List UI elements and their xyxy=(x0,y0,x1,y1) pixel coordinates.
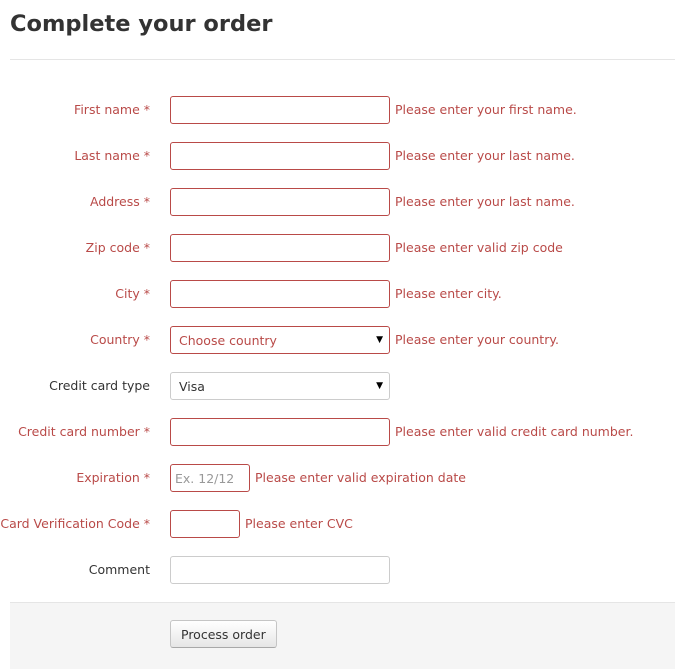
address-row: Address * Please enter your last name. xyxy=(0,188,675,216)
city-row: City * Please enter city. xyxy=(0,280,675,308)
last-name-error: Please enter your last name. xyxy=(395,148,575,163)
expiration-input[interactable] xyxy=(170,464,250,492)
card-number-row: Credit card number * Please enter valid … xyxy=(0,418,675,446)
card-type-row: Credit card type Visa ▼ xyxy=(0,372,675,400)
last-name-row: Last name * Please enter your last name. xyxy=(0,142,675,170)
country-select-value: Choose country xyxy=(179,332,277,348)
city-label: City * xyxy=(115,286,150,301)
process-order-button[interactable]: Process order xyxy=(170,620,277,648)
page-title: Complete your order xyxy=(10,11,273,37)
first-name-input[interactable] xyxy=(170,96,390,124)
caret-down-icon: ▼ xyxy=(376,335,383,345)
card-type-select[interactable]: Visa ▼ xyxy=(170,372,390,400)
first-name-label: First name * xyxy=(74,102,150,117)
card-type-select-value: Visa xyxy=(179,378,205,394)
cvc-input[interactable] xyxy=(170,510,240,538)
city-input[interactable] xyxy=(170,280,390,308)
cvc-label: Card Verification Code * xyxy=(0,516,150,531)
expiration-error: Please enter valid expiration date xyxy=(255,470,466,485)
cvc-row: Card Verification Code * Please enter CV… xyxy=(0,510,675,538)
last-name-label: Last name * xyxy=(74,148,150,163)
card-number-error: Please enter valid credit card number. xyxy=(395,424,634,439)
zip-code-label: Zip code * xyxy=(85,240,150,255)
card-number-input[interactable] xyxy=(170,418,390,446)
zip-code-row: Zip code * Please enter valid zip code xyxy=(0,234,675,262)
first-name-row: First name * Please enter your first nam… xyxy=(0,96,675,124)
address-input[interactable] xyxy=(170,188,390,216)
country-label: Country * xyxy=(90,332,150,347)
expiration-row: Expiration * Please enter valid expirati… xyxy=(0,464,675,492)
zip-code-input[interactable] xyxy=(170,234,390,262)
expiration-label: Expiration * xyxy=(76,470,150,485)
first-name-error: Please enter your first name. xyxy=(395,102,577,117)
divider xyxy=(10,59,675,60)
zip-code-error: Please enter valid zip code xyxy=(395,240,563,255)
comment-row: Comment xyxy=(0,556,675,584)
country-error: Please enter your country. xyxy=(395,332,559,347)
address-label: Address * xyxy=(89,194,150,209)
city-error: Please enter city. xyxy=(395,286,502,301)
caret-down-icon: ▼ xyxy=(376,381,383,391)
comment-label: Comment xyxy=(88,562,150,577)
last-name-input[interactable] xyxy=(170,142,390,170)
country-row: Country * Choose country ▼ Please enter … xyxy=(0,326,675,354)
card-number-label: Credit card number * xyxy=(18,424,150,439)
card-type-label: Credit card type xyxy=(49,378,150,393)
country-select[interactable]: Choose country ▼ xyxy=(170,326,390,354)
comment-input[interactable] xyxy=(170,556,390,584)
address-error: Please enter your last name. xyxy=(395,194,575,209)
cvc-error: Please enter CVC xyxy=(245,516,353,531)
form-actions: Process order xyxy=(10,602,675,669)
